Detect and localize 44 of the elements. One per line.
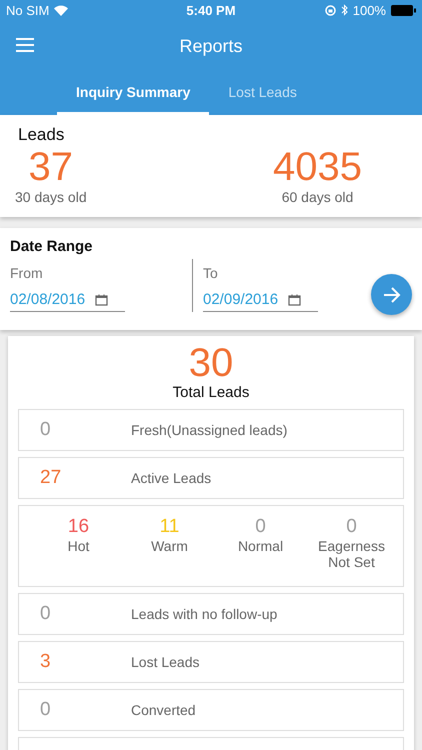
bluetooth-icon xyxy=(340,4,348,16)
lead-count: 0 xyxy=(39,603,52,625)
rotation-lock-icon xyxy=(324,4,336,16)
lead-age-label: 30 days old xyxy=(15,189,87,205)
lead-count: 27 xyxy=(39,467,62,489)
go-button[interactable] xyxy=(371,274,412,315)
date-field[interactable]: 02/08/2016 xyxy=(10,291,125,312)
lead-count: 4035 xyxy=(273,145,362,189)
eagerness-label: Eagerness Not Set xyxy=(317,538,386,570)
field-label: To xyxy=(203,265,219,281)
screen-title: Reports xyxy=(179,36,243,56)
eagerness-label: Hot xyxy=(68,538,90,554)
battery-percent: 100% xyxy=(352,2,386,18)
menu-icon[interactable] xyxy=(16,38,34,52)
row-label: Fresh(Unassigned leads) xyxy=(131,422,288,438)
wifi-icon xyxy=(54,4,68,16)
lead-count: 37 xyxy=(28,145,74,189)
lead-count: 0 xyxy=(39,699,52,721)
section-title: Date Range xyxy=(10,238,94,255)
status-time: 5:40 PM xyxy=(186,2,236,18)
lead-count: 3 xyxy=(39,651,52,673)
carrier-text: No SIM xyxy=(6,2,50,18)
eagerness-label: Warm xyxy=(151,538,188,554)
calendar-icon xyxy=(288,294,302,306)
row-label: Lost Leads xyxy=(131,654,200,670)
total-label: Total Leads xyxy=(172,384,250,401)
eagerness-count: 11 xyxy=(160,516,180,538)
date-field[interactable]: 02/09/2016 xyxy=(203,291,318,312)
eagerness-label: Normal xyxy=(238,538,284,554)
arrow-right-icon xyxy=(382,286,400,302)
battery-icon xyxy=(390,4,416,16)
eagerness-count: 16 xyxy=(68,516,90,538)
total-count: 30 xyxy=(188,342,234,384)
eagerness-count: 0 xyxy=(255,516,266,538)
tab[interactable]: Lost Leads xyxy=(209,72,316,115)
card-title: Leads xyxy=(18,125,66,145)
lead-count: 0 xyxy=(39,419,52,441)
field-label: From xyxy=(10,265,44,281)
row-label: Leads with no follow-up xyxy=(131,606,278,622)
row-label: Active Leads xyxy=(131,470,212,486)
lead-age-label: 60 days old xyxy=(282,189,354,205)
calendar-icon xyxy=(95,294,108,306)
eagerness-count: 0 xyxy=(346,516,357,538)
row-label: Converted xyxy=(131,702,196,718)
